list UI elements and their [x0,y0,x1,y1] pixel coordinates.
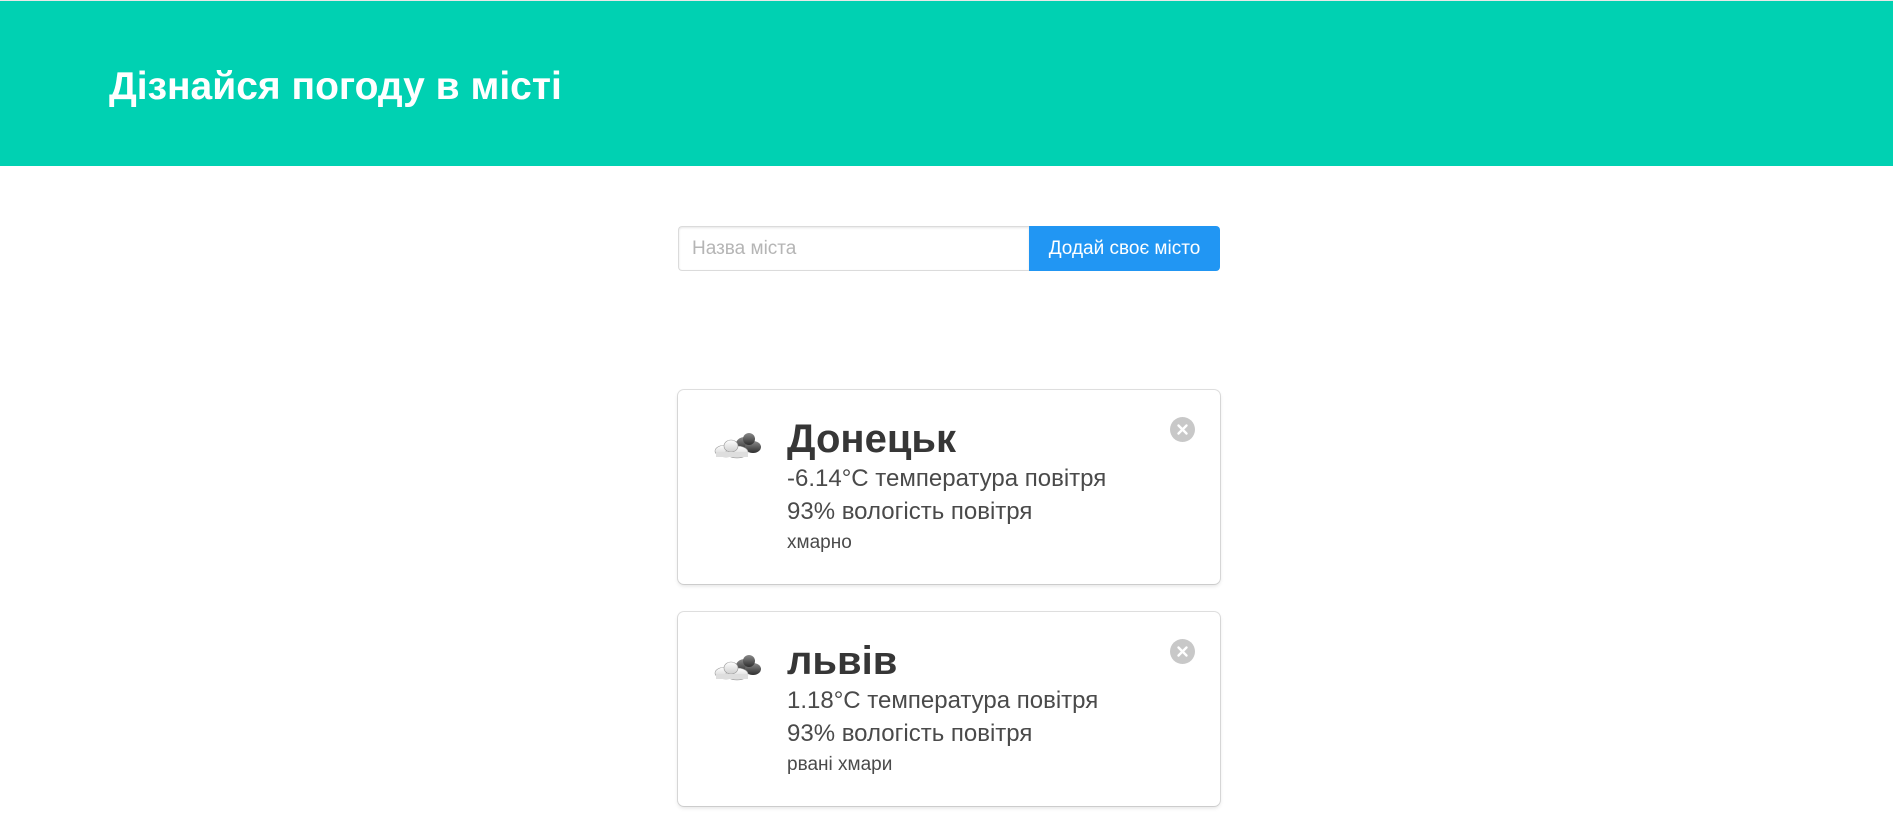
broken-clouds-icon [710,646,766,688]
add-city-form: Додай своє місто [678,226,1220,271]
weather-card: Донецьк -6.14°C температура повітря 93% … [678,390,1220,584]
close-icon [1177,424,1188,435]
cloudy-icon [710,424,766,466]
delete-city-button[interactable] [1170,417,1195,442]
hero-banner: Дізнайся погоду в місті [0,0,1893,166]
weather-card: львів 1.18°C температура повітря 93% вол… [678,612,1220,806]
weather-description: рвані хмари [787,754,893,775]
humidity-text: 93% вологість повітря [787,498,1033,525]
delete-city-button[interactable] [1170,639,1195,664]
weather-info: Донецьк -6.14°C температура повітря 93% … [787,416,1106,558]
weather-description: хмарно [787,532,852,553]
temperature-text: 1.18°C температура повітря [787,687,1099,714]
page-title: Дізнайся погоду в місті [109,65,562,108]
add-city-button[interactable]: Додай своє місто [1029,226,1220,271]
city-name: львів [787,639,898,683]
temperature-text: -6.14°C температура повітря [787,465,1107,492]
city-name: Донецьк [787,417,957,461]
humidity-text: 93% вологість повітря [787,720,1033,747]
city-name-input[interactable] [678,226,1029,271]
close-icon [1177,646,1188,657]
weather-info: львів 1.18°C температура повітря 93% вол… [787,638,1098,780]
